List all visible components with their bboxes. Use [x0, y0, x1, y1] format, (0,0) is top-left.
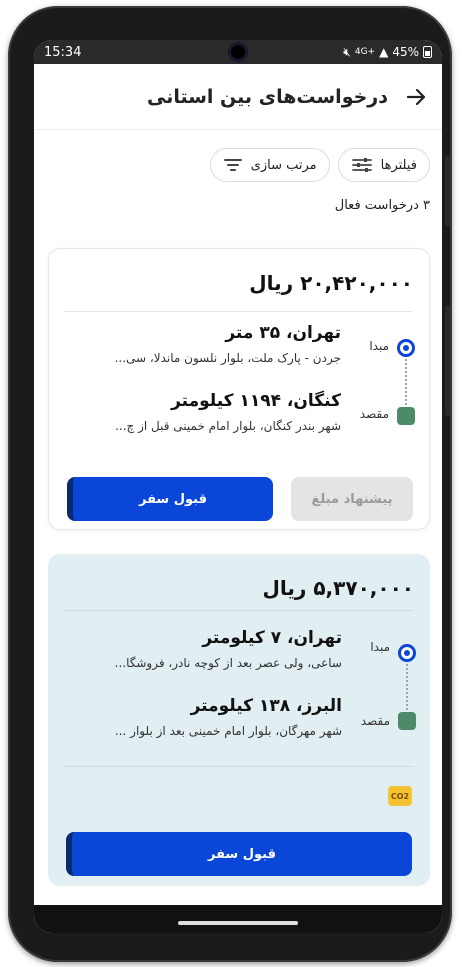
filter-label: فیلترها — [380, 157, 417, 173]
navigation-bar — [34, 905, 442, 933]
status-icons: 🔇︎ 4G+ ▲ 45% — [343, 45, 432, 60]
active-requests-count: ۳ درخواست فعال — [334, 198, 430, 213]
filter-row: مرتب سازی فیلترها — [34, 148, 430, 182]
co2-badge-icon: CO2 — [388, 786, 412, 806]
destination-address: شهر مهرگان، بلوار امام خمینی بعد از بلوا… — [114, 724, 342, 738]
origin-dot-icon — [398, 644, 416, 662]
battery-percent: 45% — [392, 45, 419, 59]
accept-trip-button[interactable]: قبول سفر — [67, 477, 273, 521]
mute-icon: 🔇︎ — [343, 44, 351, 59]
side-button — [445, 156, 450, 226]
front-camera — [228, 42, 248, 62]
sort-icon — [223, 159, 242, 171]
route-line — [406, 664, 408, 710]
divider — [64, 610, 414, 611]
sort-button[interactable]: مرتب سازی — [209, 148, 330, 182]
page-title: درخواست‌های بین استانی — [147, 85, 388, 108]
status-time: 15:34 — [44, 44, 82, 60]
price-label: ۵,۳۷۰,۰۰۰ ریال — [262, 576, 414, 600]
destination-address: شهر بندر کنگان، بلوار امام خمینی قبل از … — [115, 419, 341, 433]
phone-frame: 15:34 🔇︎ 4G+ ▲ 45% درخواست‌های بین استان… — [8, 6, 452, 962]
divider — [65, 311, 413, 312]
origin-label: مبدا — [369, 339, 389, 353]
request-card[interactable]: ۵,۳۷۰,۰۰۰ ریال مبدا تهران، ۷ کیلومتر ساع… — [48, 554, 430, 886]
accept-trip-button[interactable]: قبول سفر — [66, 832, 412, 876]
filter-sliders-icon — [351, 158, 372, 172]
origin-dot-icon — [397, 339, 415, 357]
status-bar: 15:34 🔇︎ 4G+ ▲ 45% — [34, 40, 442, 64]
network-label: 4G+ — [354, 47, 376, 57]
price-label: ۲۰,۴۲۰,۰۰۰ ریال — [249, 271, 413, 295]
offer-price-button[interactable]: پیشنهاد مبلغ — [291, 477, 413, 521]
route-line — [405, 359, 407, 405]
signal-icon: ▲ — [379, 45, 389, 59]
filter-button[interactable]: فیلترها — [337, 148, 430, 182]
destination-icon — [398, 712, 416, 730]
destination-label: مقصد — [360, 714, 390, 728]
destination-title: کنگان، ۱۱۹۴ کیلومتر — [171, 391, 341, 411]
side-button — [445, 306, 450, 416]
divider — [64, 766, 414, 767]
home-handle[interactable] — [178, 921, 298, 925]
app-header: درخواست‌های بین استانی — [34, 64, 442, 130]
origin-address: جردن - پارک ملت، بلوار نلسون ماندلا، سی.… — [114, 351, 341, 365]
request-card[interactable]: ۲۰,۴۲۰,۰۰۰ ریال مبدا تهران، ۳۵ متر جردن … — [48, 248, 430, 530]
battery-icon — [423, 46, 432, 58]
origin-title: تهران، ۳۵ متر — [225, 323, 341, 343]
destination-title: البرز، ۱۳۸ کیلومتر — [190, 696, 342, 716]
screen: 15:34 🔇︎ 4G+ ▲ 45% درخواست‌های بین استان… — [34, 40, 442, 933]
origin-label: مبدا — [370, 640, 390, 654]
back-arrow-icon[interactable] — [404, 85, 428, 109]
origin-address: ساعی، ولی عصر بعد از کوچه نادر، فروشگا..… — [114, 656, 342, 670]
destination-icon — [397, 407, 415, 425]
origin-title: تهران، ۷ کیلومتر — [202, 628, 342, 648]
destination-label: مقصد — [359, 407, 389, 421]
sort-label: مرتب سازی — [250, 157, 317, 173]
